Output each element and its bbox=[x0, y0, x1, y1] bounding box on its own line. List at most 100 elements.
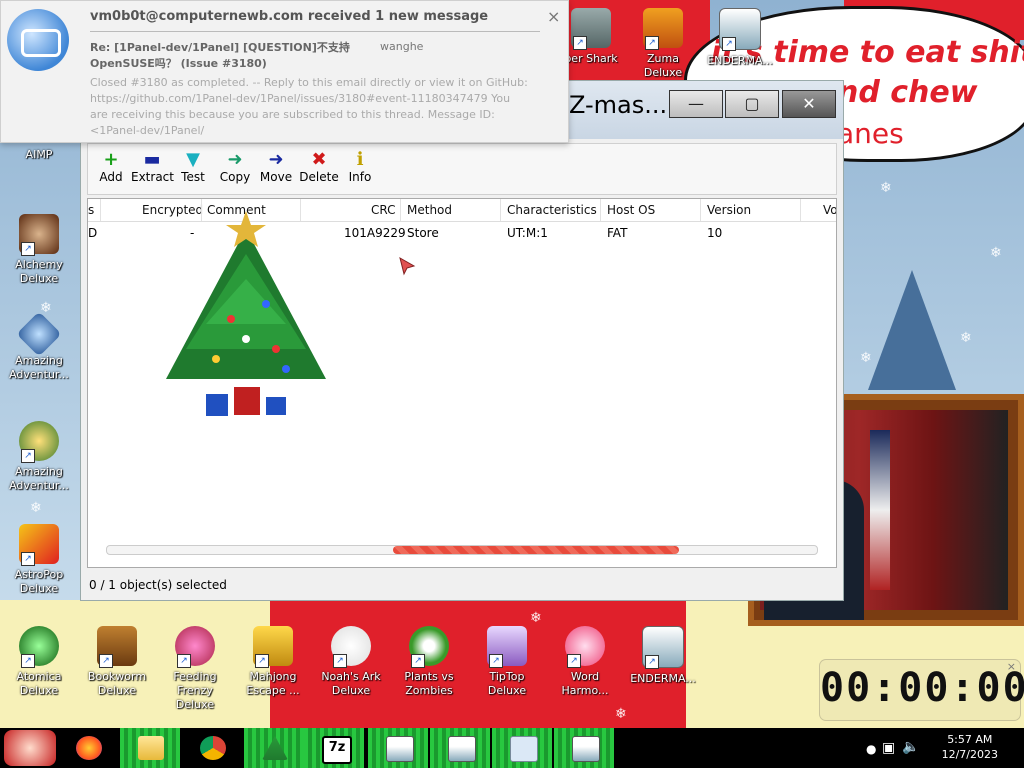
column-header[interactable]: Vo bbox=[823, 203, 836, 217]
desktop-icon-alchemy[interactable]: ↗ Alchemy Deluxe bbox=[4, 214, 74, 286]
desktop-icon-noahs-ark[interactable]: ↗ Noah's Ark Deluxe bbox=[316, 626, 386, 698]
maximize-button[interactable]: ▢ bbox=[725, 90, 779, 118]
monitor-icon[interactable]: ▣ bbox=[882, 740, 895, 756]
desktop-icon-label: Atomica Deluxe bbox=[16, 670, 62, 697]
column-header[interactable]: Version bbox=[707, 203, 751, 217]
taskbar-document[interactable] bbox=[492, 728, 552, 768]
desktop-icon-label: Zuma Deluxe bbox=[643, 52, 683, 79]
volume-icon[interactable]: 🔈 bbox=[902, 739, 919, 755]
desktop-icon-label: Noah's Ark Deluxe bbox=[321, 670, 381, 697]
notification-sender: wanghe bbox=[380, 40, 424, 53]
firefox-icon bbox=[76, 736, 102, 760]
notepad-icon bbox=[448, 736, 476, 762]
start-button[interactable] bbox=[4, 730, 56, 766]
move-icon: ➜ bbox=[268, 149, 284, 170]
network-icon[interactable]: ● bbox=[866, 742, 876, 756]
column-header[interactable]: Method bbox=[407, 203, 452, 217]
scrollbar-thumb[interactable] bbox=[393, 546, 679, 554]
desktop-icon-label: AstroPop Deluxe bbox=[14, 568, 64, 595]
clock[interactable]: 5:57 AM 12/7/2023 bbox=[942, 732, 998, 762]
taskbar-firefox[interactable] bbox=[58, 728, 118, 768]
delete-button[interactable]: ✖ Delete bbox=[298, 150, 340, 185]
desktop-icon-enderman-bottom[interactable]: ↗ ENDERMA... bbox=[628, 626, 698, 686]
thunderbird-logo-icon bbox=[7, 9, 69, 71]
desktop-icon-tiptop[interactable]: ↗ TipTop Deluxe bbox=[472, 626, 542, 698]
clock-time: 5:57 AM bbox=[947, 733, 993, 746]
desktop-icon-feeding-frenzy[interactable]: ↗ Feeding Frenzy Deluxe bbox=[160, 626, 230, 712]
notification-title: vm0b0t@computernewb.com received 1 new m… bbox=[90, 9, 489, 24]
chrome-icon bbox=[200, 736, 226, 760]
divider bbox=[90, 31, 540, 32]
status-bar-text: 0 / 1 object(s) selected bbox=[89, 578, 227, 592]
clock-date: 12/7/2023 bbox=[941, 748, 998, 761]
email-notification[interactable]: vm0b0t@computernewb.com received 1 new m… bbox=[0, 0, 569, 143]
desktop-icon-amazing-adventures-2[interactable]: ↗ Amazing Adventur... bbox=[4, 421, 74, 493]
desktop-icon-enderman-top[interactable]: ↗ ENDERMA... bbox=[705, 8, 775, 68]
close-button[interactable]: ✕ bbox=[782, 90, 836, 118]
add-button[interactable]: + Add bbox=[90, 149, 132, 185]
desktop-icon-aimp[interactable]: AIMP bbox=[4, 148, 74, 162]
column-header[interactable]: s bbox=[88, 203, 94, 217]
window-title: Z-mas... bbox=[569, 91, 668, 119]
taskbar-notepad-2[interactable] bbox=[430, 728, 490, 768]
notification-close-icon[interactable]: × bbox=[547, 7, 560, 26]
desktop-icon-plants-vs-zombies[interactable]: ↗ Plants vs Zombies bbox=[394, 626, 464, 698]
desktop-icon-amazing-adventures-1[interactable]: Amazing Adventur... bbox=[4, 311, 74, 382]
table-cell: UT:M:1 bbox=[507, 226, 548, 240]
desktop-icon-bookworm[interactable]: ↗ Bookworm Deluxe bbox=[82, 626, 152, 698]
speech-text: nd chew bbox=[837, 75, 978, 110]
desktop-icon-label: Mahjong Escape ... bbox=[246, 670, 300, 697]
timer-widget[interactable]: 00:00:00 × bbox=[820, 660, 1024, 720]
desktop-icon-mahjong[interactable]: ↗ Mahjong Escape ... bbox=[238, 626, 308, 698]
add-icon: + bbox=[103, 149, 119, 170]
notification-body: Closed #3180 as completed. -- Reply to t… bbox=[90, 76, 528, 137]
horizontal-scrollbar[interactable] bbox=[106, 545, 818, 555]
7zip-icon: 7z bbox=[322, 736, 352, 764]
taskbar-chrome[interactable] bbox=[182, 728, 242, 768]
desktop-icon-atomica[interactable]: ↗ Atomica Deluxe bbox=[4, 626, 74, 698]
column-header[interactable]: Host OS bbox=[607, 203, 655, 217]
info-label: Info bbox=[348, 170, 372, 184]
extract-icon: ▬ bbox=[143, 149, 161, 170]
copy-label: Copy bbox=[219, 170, 251, 184]
system-tray: ● ▣ 🔈 5:57 AM 12/7/2023 bbox=[854, 728, 1024, 768]
desktop-icon-label: Bookworm Deluxe bbox=[87, 670, 147, 697]
move-button[interactable]: ➜ Move bbox=[255, 149, 297, 185]
info-button[interactable]: ℹ Info bbox=[339, 149, 381, 185]
desktop-icon-zuma[interactable]: ↗ Zuma Deluxe bbox=[628, 8, 698, 80]
copy-button[interactable]: ➜ Copy bbox=[214, 149, 256, 185]
table-cell: 10 bbox=[707, 226, 723, 240]
delete-label: Delete bbox=[299, 170, 339, 184]
move-label: Move bbox=[259, 170, 293, 184]
desktop-icon-label: Feeding Frenzy Deluxe bbox=[173, 670, 217, 711]
timer-close-icon[interactable]: × bbox=[1007, 660, 1016, 673]
christmas-tree-image bbox=[166, 211, 326, 416]
desktop-icon-astropop[interactable]: ↗ AstroPop Deluxe bbox=[4, 524, 74, 596]
desktop-icon-label: AIMP bbox=[25, 148, 53, 161]
notepad-icon bbox=[386, 736, 414, 762]
taskbar-7zip[interactable]: 7z bbox=[304, 728, 364, 768]
speech-text: anes bbox=[837, 117, 904, 150]
file-list[interactable]: s Encrypted Comment CRC Method Character… bbox=[87, 198, 837, 568]
column-header[interactable]: Characteristics bbox=[507, 203, 597, 217]
folder-icon bbox=[138, 736, 164, 760]
copy-icon: ➜ bbox=[227, 149, 243, 170]
desktop-icon-label: Word Harmo... bbox=[561, 670, 609, 697]
notepad-icon bbox=[572, 736, 600, 762]
toolbar: + Add ▬ Extract ▼ Test ➜ Copy ➜ Move ✖ D… bbox=[87, 143, 837, 195]
taskbar-explorer[interactable] bbox=[120, 728, 180, 768]
taskbar-notepad-1[interactable] bbox=[368, 728, 428, 768]
taskbar-notepad-3[interactable] bbox=[554, 728, 614, 768]
column-header[interactable]: CRC bbox=[371, 203, 396, 217]
minimize-button[interactable]: — bbox=[669, 90, 723, 118]
test-button[interactable]: ▼ Test bbox=[172, 150, 214, 185]
table-cell: FAT bbox=[607, 226, 628, 240]
archive-window: Z-mas... — ▢ ✕ + Add ▬ Extract ▼ Test ➜ … bbox=[80, 80, 844, 601]
desktop-icon-label: ENDERMA... bbox=[630, 672, 696, 685]
info-icon: ℹ bbox=[356, 149, 364, 170]
tree-silhouette bbox=[868, 270, 956, 390]
desktop-icon-word-harmony[interactable]: ↗ Word Harmo... bbox=[550, 626, 620, 698]
extract-label: Extract bbox=[131, 170, 174, 184]
extract-button[interactable]: ▬ Extract bbox=[131, 149, 174, 185]
taskbar-xmas-tree[interactable] bbox=[244, 728, 304, 768]
